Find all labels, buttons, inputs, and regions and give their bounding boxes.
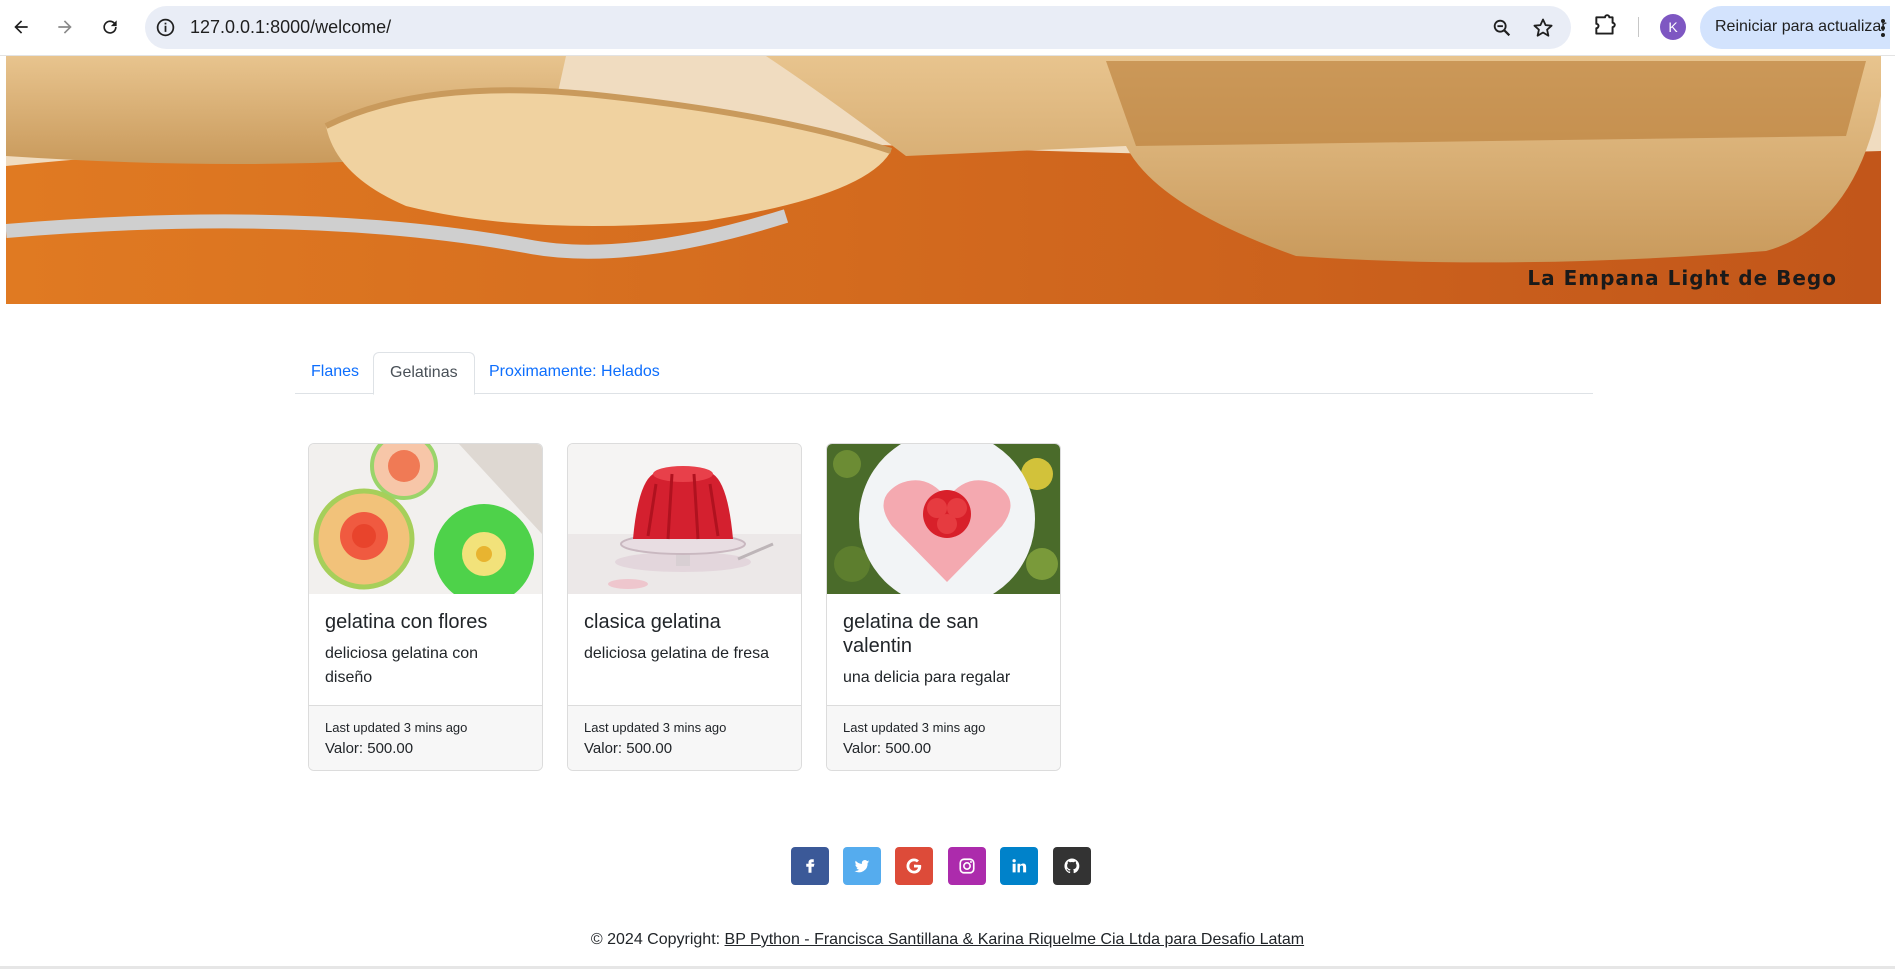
- card-title: clasica gelatina: [584, 611, 721, 633]
- restart-label: Reiniciar para actualizar: [1715, 18, 1887, 35]
- card-updated: Last updated 3 mins ago: [325, 720, 468, 735]
- footer-copyright: © 2024 Copyright: BP Python - Francisca …: [0, 931, 1895, 949]
- zoom-icon[interactable]: [1491, 17, 1513, 39]
- restart-update-button[interactable]: Reiniciar para actualizar: [1700, 6, 1890, 49]
- profile-avatar[interactable]: K: [1660, 14, 1686, 40]
- bookmark-star-icon[interactable]: [1531, 16, 1555, 40]
- card-footer: Last updated 3 mins ago Valor: 500.00: [827, 705, 1060, 770]
- google-button[interactable]: [895, 847, 933, 885]
- tab-gelatinas[interactable]: Gelatinas: [373, 352, 475, 395]
- copyright-link[interactable]: BP Python - Francisca Santillana & Karin…: [725, 931, 1305, 948]
- card-footer: Last updated 3 mins ago Valor: 500.00: [568, 705, 801, 770]
- reload-icon: [103, 20, 117, 34]
- tab-flanes[interactable]: Flanes: [295, 352, 375, 394]
- arrow-left-icon: [14, 20, 28, 34]
- instagram-icon: [959, 858, 975, 874]
- twitter-icon: [854, 860, 870, 873]
- github-button[interactable]: [1053, 847, 1091, 885]
- card-title: gelatina con flores: [325, 611, 488, 633]
- card-price: Valor: 500.00: [843, 740, 932, 757]
- card-title: gelatina de san valentin: [843, 611, 979, 657]
- red-gelatin-image: [568, 444, 801, 594]
- heart-gelatin-image: [827, 444, 1060, 594]
- category-tabs: Flanes Gelatinas Proximamente: Helados: [295, 352, 1593, 395]
- extensions-icon[interactable]: [1592, 13, 1618, 39]
- url-text[interactable]: 127.0.0.1:8000/welcome/: [190, 17, 391, 38]
- card-text: deliciosa gelatina de fresa: [584, 645, 770, 662]
- tab-helados[interactable]: Proximamente: Helados: [473, 352, 676, 394]
- kebab-menu-icon[interactable]: [1880, 18, 1886, 38]
- card-price: Valor: 500.00: [584, 740, 673, 757]
- linkedin-button[interactable]: [1000, 847, 1038, 885]
- product-image: [309, 444, 542, 594]
- twitter-button[interactable]: [843, 847, 881, 885]
- back-button[interactable]: [4, 10, 38, 44]
- facebook-button[interactable]: [791, 847, 829, 885]
- product-card: gelatina con flores deliciosa gelatina c…: [308, 443, 543, 771]
- browser-toolbar: 127.0.0.1:8000/welcome/ K Reiniciar para…: [0, 0, 1895, 56]
- card-updated: Last updated 3 mins ago: [843, 720, 986, 735]
- card-updated: Last updated 3 mins ago: [584, 720, 727, 735]
- info-icon[interactable]: [155, 17, 176, 38]
- banner-caption: La Empana Light de Bego: [1527, 266, 1837, 290]
- card-price: Valor: 500.00: [325, 740, 414, 757]
- card-footer: Last updated 3 mins ago Valor: 500.00: [309, 705, 542, 770]
- arrow-right-icon: [58, 20, 72, 34]
- product-card: gelatina de san valentin una delicia par…: [826, 443, 1061, 771]
- product-image: [827, 444, 1060, 594]
- google-icon: [906, 858, 922, 874]
- github-icon: [1064, 858, 1080, 874]
- product-card: clasica gelatina deliciosa gelatina de f…: [567, 443, 802, 771]
- toolbar-divider: [1638, 17, 1639, 37]
- reload-button[interactable]: [93, 10, 127, 44]
- flower-gelatin-image: [309, 444, 542, 594]
- card-text: deliciosa gelatina con diseño: [325, 645, 478, 686]
- copyright-prefix: © 2024 Copyright:: [590, 931, 725, 948]
- product-image: [568, 444, 801, 594]
- instagram-button[interactable]: [948, 847, 986, 885]
- hero-banner: La Empana Light de Bego: [6, 56, 1881, 304]
- linkedin-icon: [1012, 859, 1027, 873]
- forward-button[interactable]: [48, 10, 82, 44]
- card-text: una delicia para regalar: [843, 669, 1011, 686]
- facebook-icon: [806, 859, 815, 873]
- address-bar[interactable]: 127.0.0.1:8000/welcome/: [145, 6, 1571, 49]
